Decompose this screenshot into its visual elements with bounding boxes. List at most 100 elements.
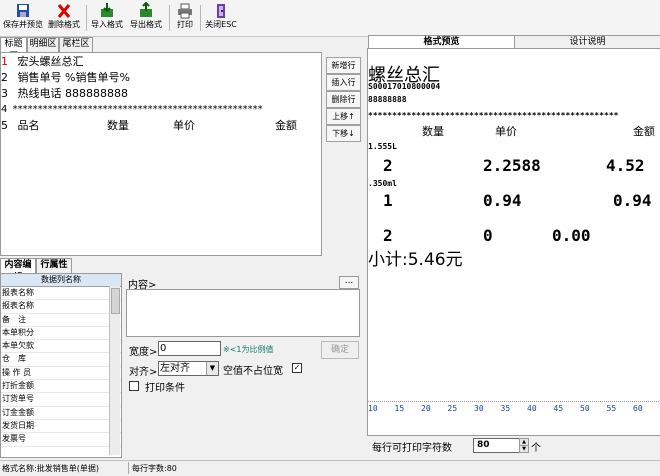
ruler-tick-label: 45 xyxy=(553,404,564,413)
scroll-thumb[interactable] xyxy=(111,288,120,314)
field-list-item[interactable]: 报表名称 xyxy=(1,287,121,301)
ruler-tick-label: 55 xyxy=(606,404,617,413)
field-list-item[interactable]: 打折金额 xyxy=(1,380,121,394)
print-button[interactable]: 打印 xyxy=(172,2,198,34)
width-input[interactable]: 0 xyxy=(158,341,221,356)
ruler-tick-label: 15 xyxy=(394,404,405,413)
editor-line-1[interactable]: 1 宏头螺丝总汇 xyxy=(1,54,84,70)
tab-footer-area[interactable]: 尾栏区 xyxy=(59,37,93,52)
line-number: 2 xyxy=(1,71,8,84)
preview-item3-qty: 2 xyxy=(383,226,393,245)
line-number: 1 xyxy=(1,55,8,68)
field-list-item[interactable]: 报表名称 xyxy=(1,300,121,314)
field-list-item[interactable]: 备 注 xyxy=(1,314,121,327)
blank-no-width-checkbox[interactable]: ✓ xyxy=(292,363,302,373)
more-button[interactable]: ... xyxy=(339,276,359,289)
field-list-item[interactable]: 本单欠款 xyxy=(1,340,121,354)
line-text: 热线电话 888888888 xyxy=(17,87,128,100)
field-items: 报表名称 报表名称备 注本单积分 本单欠款仓 库操 作 员打折金额 订货单号 订金金额发… xyxy=(1,287,121,447)
width-label: 宽度> xyxy=(129,347,158,358)
blank-no-width-label: 空值不占位宽 xyxy=(223,366,283,377)
spin-up-icon[interactable]: ▲ xyxy=(519,438,529,446)
save-icon xyxy=(17,4,29,17)
confirm-button[interactable]: 确定 xyxy=(321,341,359,359)
insert-row-button[interactable]: 插入行 xyxy=(326,74,361,91)
field-list-item[interactable]: 仓 库 xyxy=(1,353,121,367)
ruler-tick-label: 25 xyxy=(447,404,458,413)
close-door-icon xyxy=(217,4,225,18)
preview-subtotal: 小计:5.46元 xyxy=(368,250,463,270)
chevron-down-icon[interactable]: ▼ xyxy=(206,362,218,375)
preview-col-qty: 数量 xyxy=(422,125,444,138)
spin-down-icon[interactable]: ▼ xyxy=(519,446,529,453)
ruler: 10 15 20 25 30 35 40 45 50 55 60 xyxy=(368,401,660,416)
status-bar: 格式名称:批发销售单(单据) 每行字数:80 xyxy=(0,460,660,476)
editor-line-3[interactable]: 3 热线电话 888888888 xyxy=(1,86,128,102)
field-list-header: 数据列名称 xyxy=(1,274,121,287)
editor-line-2[interactable]: 2 销售单号 %销售单号% xyxy=(1,70,130,86)
preview-col-amount: 金额 xyxy=(633,125,655,138)
content-textarea[interactable] xyxy=(126,289,360,337)
preview-item2-price: 0.94 xyxy=(483,191,522,210)
format-editor[interactable]: 1 宏头螺丝总汇 2 销售单号 %销售单号% 3 热线电话 888888888 … xyxy=(0,52,322,256)
tab-format-preview[interactable]: 格式预览 xyxy=(368,35,515,49)
editor-line-5[interactable]: 5 品名 数量 单价 金额 xyxy=(1,118,321,134)
align-select-value: 左对齐 xyxy=(160,363,190,374)
field-list-item[interactable]: 发票号 xyxy=(1,433,121,447)
line-col-price: 单价 xyxy=(173,119,195,132)
close-button[interactable]: 关闭ESC xyxy=(203,2,239,34)
width-hint: ※<1为比例值 xyxy=(223,345,274,354)
preview-order-no: S00017010800004 xyxy=(368,82,441,91)
ruler-tick-label: 40 xyxy=(527,404,537,413)
tab-detail-area[interactable]: 明细区 xyxy=(27,37,59,52)
tab-row-properties[interactable]: 行属性 xyxy=(36,258,72,273)
delete-row-button[interactable]: 删除行 xyxy=(326,91,361,108)
save-preview-button[interactable]: 保存并预览 xyxy=(2,2,44,34)
tab-content-edit[interactable]: 内容编辑 xyxy=(0,258,36,283)
tab-header-area[interactable]: 标题区 xyxy=(0,37,27,62)
preview-item3-price: 0 xyxy=(483,226,493,245)
editor-line-4[interactable]: 4 **************************************… xyxy=(1,102,263,118)
print-condition-label: 打印条件 xyxy=(145,383,185,394)
field-list-scrollbar[interactable] xyxy=(109,286,120,455)
align-label: 对齐> xyxy=(129,367,158,378)
export-format-button[interactable]: 导出格式 xyxy=(127,2,165,34)
ruler-tick-label: 30 xyxy=(474,404,484,413)
print-condition-checkbox[interactable] xyxy=(129,381,139,391)
line-col-amount: 金额 xyxy=(275,119,297,132)
line-text: 宏头螺丝总汇 xyxy=(17,55,84,68)
line-number: 3 xyxy=(1,87,8,100)
preview-col-price: 单价 xyxy=(495,125,517,138)
chars-per-line-unit: 个 xyxy=(531,443,541,454)
line-text: 品名 xyxy=(17,119,40,132)
field-list[interactable]: 数据列名称 报表名称 报表名称备 注本单积分 本单欠款仓 库操 作 员打折金额 订货单… xyxy=(0,273,122,458)
ruler-tick-label: 35 xyxy=(500,404,511,413)
field-list-item[interactable]: 操 作 员 xyxy=(1,367,121,381)
import-icon xyxy=(101,3,113,17)
toolbar-separator xyxy=(169,5,170,31)
chars-per-line-spinner[interactable]: ▲ ▼ xyxy=(519,438,529,453)
preview-item3-amount: 0.00 xyxy=(552,226,591,245)
align-select[interactable]: 左对齐 ▼ xyxy=(158,361,219,376)
field-list-item[interactable]: 发货日期 xyxy=(1,420,121,434)
preview-stars: ****************************************… xyxy=(368,111,619,120)
tab-design-notes[interactable]: 设计说明 xyxy=(514,35,660,49)
preview-item1-qty: 2 xyxy=(383,156,393,175)
move-up-button[interactable]: 上移↑ xyxy=(326,108,361,125)
field-list-item[interactable]: 订货单号 xyxy=(1,393,121,407)
status-char-count: 每行字数:80 xyxy=(132,464,177,473)
line-col-qty: 数量 xyxy=(107,119,129,132)
import-format-button[interactable]: 导入格式 xyxy=(88,2,126,34)
add-row-button[interactable]: 新增行 xyxy=(326,57,361,74)
field-list-item[interactable]: 订金金额 xyxy=(1,407,121,420)
toolbar-separator xyxy=(86,5,87,31)
field-list-item[interactable]: 本单积分 xyxy=(1,327,121,341)
delete-format-button[interactable]: 删除格式 xyxy=(44,2,84,34)
preview-item2-qty: 1 xyxy=(383,191,393,210)
ruler-tick-label: 50 xyxy=(580,404,590,413)
preview-item1-price: 2.2588 xyxy=(483,156,541,175)
move-down-button[interactable]: 下移↓ xyxy=(326,125,361,142)
line-text: ****************************************… xyxy=(12,104,263,115)
line-number: 5 xyxy=(1,119,8,132)
chars-per-line-label: 每行可打印字符数 xyxy=(372,443,452,454)
